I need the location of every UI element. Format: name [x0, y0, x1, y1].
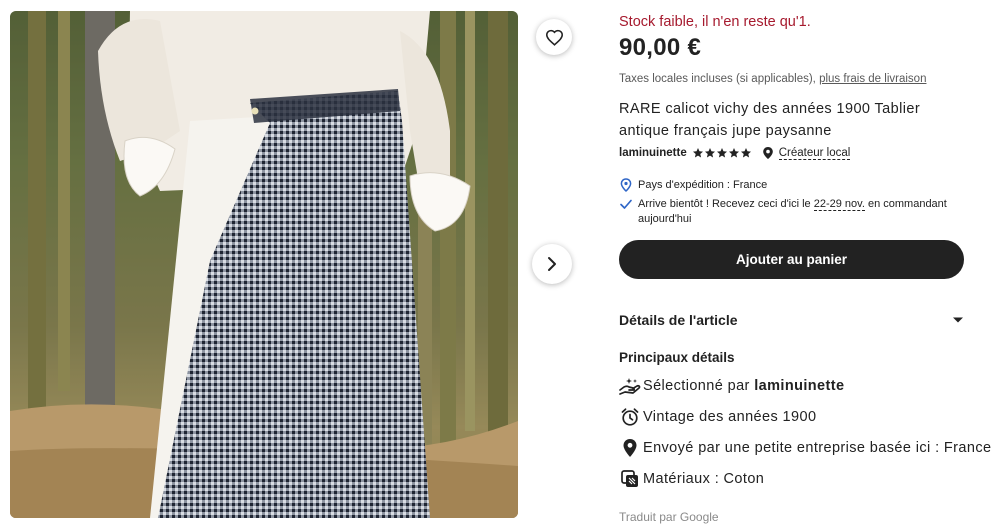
shop-name-link[interactable]: laminuinette [619, 147, 687, 159]
rating-stars [692, 147, 752, 159]
delivery-prefix: Arrive bientôt ! Recevez ceci d'ici le [638, 198, 811, 210]
detail-selected-label: Sélectionné par [643, 378, 750, 394]
favorite-button[interactable] [536, 19, 572, 55]
delivery-estimate: Arrive bientôt ! Recevez ceci d'ici le 2… [619, 197, 969, 227]
tax-text: Taxes locales incluses (si applicables), [619, 73, 816, 85]
star-icon [728, 148, 739, 158]
translated-by-google: Traduit par Google [619, 510, 719, 524]
add-to-cart-button[interactable]: Ajouter au panier [619, 240, 964, 279]
star-icon [740, 148, 751, 158]
shipping-fees-link[interactable]: plus frais de livraison [819, 73, 926, 85]
detail-materials-text: Matériaux : Coton [643, 471, 765, 487]
heart-icon [545, 29, 563, 46]
seller-row: laminuinette Créateur local [619, 146, 851, 160]
price: 90,00 € [619, 34, 702, 61]
hand-selected-icon [619, 375, 641, 397]
vintage-clock-icon [619, 406, 641, 428]
detail-materials: Matériaux : Coton [619, 468, 764, 490]
detail-ships-from-text: Envoyé par une petite entreprise basée i… [643, 440, 992, 456]
checkmark-icon [620, 199, 632, 209]
item-details-toggle[interactable]: Détails de l'article [619, 312, 964, 328]
local-creator-label[interactable]: Créateur local [778, 147, 851, 160]
product-photo[interactable] [10, 11, 518, 518]
detail-vintage-text: Vintage des années 1900 [643, 409, 817, 425]
delivery-dates[interactable]: 22-29 nov. [813, 198, 865, 211]
apron-photo-illustration [10, 11, 518, 518]
stock-notice: Stock faible, il n'en reste qu'1. [619, 14, 811, 30]
star-icon [704, 148, 715, 158]
detail-ships-from: Envoyé par une petite entreprise basée i… [619, 437, 991, 459]
delivery-estimate-text: Arrive bientôt ! Recevez ceci d'ici le 2… [638, 197, 969, 227]
detail-selected-by: Sélectionné par laminuinette [619, 375, 844, 397]
caret-down-icon [953, 317, 963, 323]
detail-selected-by-text: Sélectionné par laminuinette [643, 378, 844, 394]
item-details-title: Détails de l'article [619, 312, 738, 328]
shipping-origin: Pays d'expédition : France [619, 178, 767, 192]
next-image-button[interactable] [532, 244, 572, 284]
chevron-right-icon [548, 257, 556, 271]
tax-info: Taxes locales incluses (si applicables),… [619, 73, 926, 85]
star-icon [692, 148, 703, 158]
detail-vintage: Vintage des années 1900 [619, 406, 816, 428]
shipping-origin-text: Pays d'expédition : France [638, 179, 768, 191]
location-pin-icon [762, 147, 773, 159]
star-icon [716, 148, 727, 158]
detail-selected-shop: laminuinette [754, 378, 845, 394]
location-pin-icon [619, 437, 641, 459]
product-title: RARE calicot vichy des années 1900 Tabli… [619, 101, 921, 139]
materials-icon [619, 468, 641, 490]
main-details-title: Principaux détails [619, 350, 735, 365]
location-pin-icon [620, 178, 632, 192]
local-creator-badge[interactable]: Créateur local [762, 146, 851, 160]
